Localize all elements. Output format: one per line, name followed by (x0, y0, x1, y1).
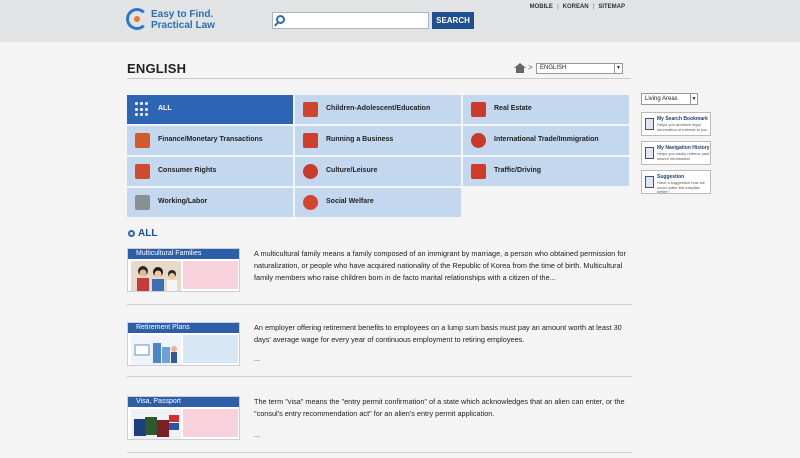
logo-icon (126, 8, 148, 30)
site-logo[interactable]: Easy to Find. Practical Law (126, 6, 256, 34)
category-all[interactable]: ALL (127, 95, 293, 124)
link-divider: | (556, 4, 559, 10)
circle-bullet-icon (128, 230, 135, 237)
search-button[interactable]: SEARCH (432, 12, 474, 29)
side-box-desc: Helps you archieve legal information of … (657, 122, 708, 132)
category-working-labor[interactable]: Working/Labor (127, 188, 293, 217)
item-divider (127, 452, 632, 453)
category-traffic-driving[interactable]: Traffic/Driving (463, 157, 629, 186)
category-label: Traffic/Driving (494, 167, 542, 174)
retirement-illustration (131, 335, 181, 365)
history-icon (645, 147, 654, 159)
item-more[interactable]: ... (254, 432, 260, 439)
category-social-welfare[interactable]: Social Welfare (295, 188, 461, 217)
title-divider (127, 78, 631, 79)
category-label: ALL (158, 105, 172, 112)
language-select[interactable]: ENGLISH ▼ (536, 63, 623, 74)
suggestion-button[interactable]: Suggestion Have a suggestion how we coul… (641, 170, 711, 194)
side-box-desc: Have a suggestion how we could make the … (657, 180, 705, 194)
thumbnail-decor (183, 335, 238, 363)
all-grid-icon (135, 102, 150, 117)
page-title: ENGLISH (127, 61, 187, 76)
language-select-value: ENGLISH (540, 65, 567, 71)
side-box-desc: Helps you easily retrieve past search in… (657, 151, 710, 161)
breadcrumb-separator: > (528, 63, 533, 72)
bookmark-icon (645, 118, 654, 130)
item-thumbnail[interactable]: Multicultural Families (127, 248, 240, 292)
welfare-icon (303, 195, 318, 210)
category-label: Social Welfare (326, 198, 374, 205)
logo-text-line2: Practical Law (151, 20, 215, 31)
category-children-education[interactable]: Children-Adolescent/Education (295, 95, 461, 124)
category-label: Working/Labor (158, 198, 208, 205)
category-running-business[interactable]: Running a Business (295, 126, 461, 155)
passport-illustration (131, 409, 181, 439)
category-international-trade[interactable]: International Trade/Immigration (463, 126, 629, 155)
family-icon (303, 102, 318, 117)
category-culture-leisure[interactable]: Culture/Leisure (295, 157, 461, 186)
item-divider (127, 304, 632, 305)
thumbnail-decor (183, 409, 238, 437)
top-links: MOBILE | KOREAN | SITEMAP (530, 4, 625, 10)
search-box[interactable] (272, 12, 429, 29)
my-search-bookmark-button[interactable]: My Search Bookmark Helps you archieve le… (641, 112, 711, 136)
link-divider: | (592, 4, 595, 10)
item-tag: Retirement Plans (136, 324, 190, 331)
korean-link[interactable]: KOREAN (563, 4, 589, 10)
category-label: Consumer Rights (158, 167, 217, 174)
mobile-link[interactable]: MOBILE (530, 4, 553, 10)
building-icon (471, 102, 486, 117)
family-photo (131, 261, 181, 291)
logo-text-line1: Easy to Find. (151, 9, 214, 20)
section-title-text: ALL (138, 228, 158, 239)
item-divider (127, 376, 632, 377)
tools-icon (135, 195, 150, 210)
culture-icon (303, 164, 318, 179)
category-grid: ALL Children-Adolescent/Education Real E… (127, 95, 630, 217)
home-icon[interactable] (514, 63, 526, 73)
item-more[interactable]: ... (254, 356, 260, 363)
globe-icon (471, 133, 486, 148)
top-bar: Easy to Find. Practical Law SEARCH MOBIL… (0, 0, 800, 42)
category-label: Culture/Leisure (326, 167, 378, 174)
section-title: ALL (128, 228, 157, 239)
category-label: Running a Business (326, 136, 394, 143)
chevron-down-icon: ▼ (690, 94, 697, 104)
item-tag: Multicultural Families (136, 250, 202, 257)
search-input[interactable] (288, 14, 426, 27)
living-areas-value: Living Areas (645, 96, 678, 102)
cart-icon (135, 164, 150, 179)
category-label: Finance/Monetary Transactions (158, 136, 263, 143)
category-consumer-rights[interactable]: Consumer Rights (127, 157, 293, 186)
item-description[interactable]: An employer offering retirement benefits… (254, 322, 629, 346)
item-description[interactable]: A multicultural family means a family co… (254, 248, 629, 285)
item-description[interactable]: The term "visa" means the "entry permit … (254, 396, 629, 420)
category-label: Children-Adolescent/Education (326, 105, 431, 112)
suggestion-icon (645, 176, 654, 188)
search-icon (276, 15, 285, 24)
car-icon (471, 164, 486, 179)
item-thumbnail[interactable]: Retirement Plans (127, 322, 240, 366)
item-tag: Visa, Passport (136, 398, 182, 405)
category-real-estate[interactable]: Real Estate (463, 95, 629, 124)
category-label: Real Estate (494, 105, 532, 112)
thumbnail-decor (183, 261, 238, 289)
item-thumbnail[interactable]: Visa, Passport (127, 396, 240, 440)
money-icon (135, 133, 150, 148)
category-label: International Trade/Immigration (494, 136, 599, 143)
living-areas-select[interactable]: Living Areas ▼ (641, 93, 698, 105)
my-navigation-history-button[interactable]: My Navigation History Helps you easily r… (641, 141, 711, 165)
sitemap-link[interactable]: SITEMAP (598, 4, 625, 10)
people-icon (303, 133, 318, 148)
chevron-down-icon: ▼ (614, 64, 622, 73)
category-finance[interactable]: Finance/Monetary Transactions (127, 126, 293, 155)
